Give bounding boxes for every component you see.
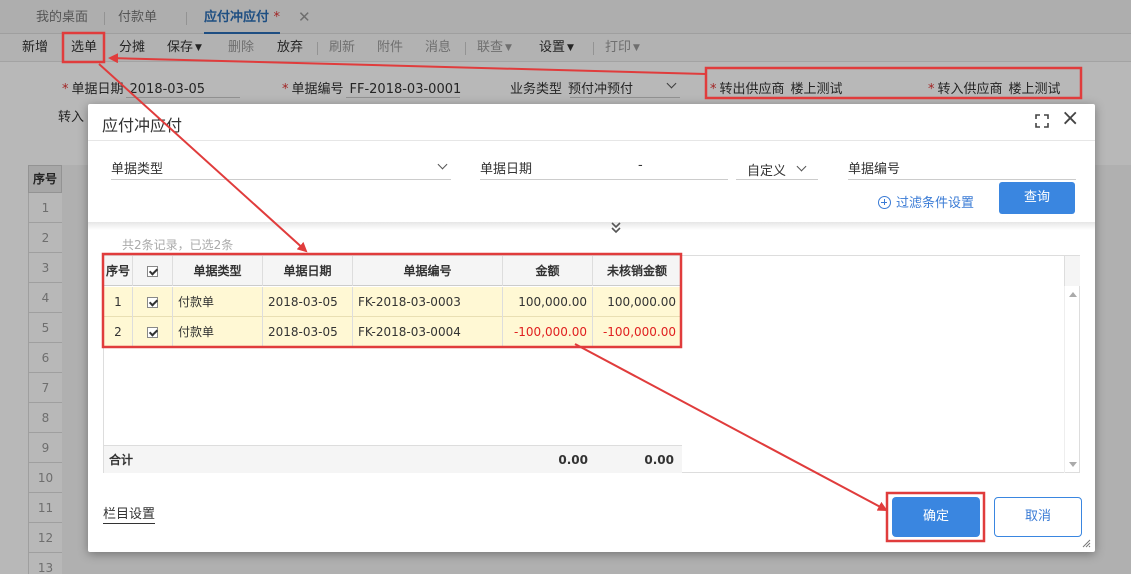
filter-underline: [111, 179, 451, 180]
filter-panel-shade: [88, 222, 1095, 230]
filter-underline: [480, 179, 728, 180]
double-chevron-down-icon[interactable]: [609, 220, 623, 236]
record-count: 共2条记录，已选2条: [122, 238, 234, 252]
cell-amount: -100,000.00: [503, 317, 593, 347]
resize-grip-icon[interactable]: [1081, 538, 1091, 548]
chevron-down-icon[interactable]: [796, 161, 807, 172]
doc-date-filter-label: 单据日期: [480, 162, 533, 177]
close-icon[interactable]: ×: [1061, 108, 1079, 130]
dialog-divider: [88, 140, 1095, 141]
cell-doc-type: 付款单: [173, 317, 263, 347]
cell-doc-date: 2018-03-05: [263, 317, 353, 347]
plus-circle-icon: [878, 196, 891, 209]
total-amount: 0.00: [558, 453, 588, 467]
header-doc-type[interactable]: 单据类型: [173, 256, 263, 286]
header-doc-no[interactable]: 单据编号: [353, 256, 503, 286]
confirm-button[interactable]: 确定: [892, 497, 980, 537]
header-amount[interactable]: 金额: [503, 256, 593, 286]
filter-settings-label: 过滤条件设置: [896, 196, 975, 211]
filter-underline: [736, 179, 818, 180]
total-label: 合计: [109, 453, 134, 467]
cell-doc-no: FK-2018-03-0004: [353, 317, 503, 347]
row-select[interactable]: [133, 287, 173, 317]
row-index: 1: [104, 287, 133, 317]
date-range-separator: -: [638, 158, 643, 173]
row-select[interactable]: [133, 317, 173, 347]
header-doc-date[interactable]: 单据日期: [263, 256, 353, 286]
header-unverified-amount[interactable]: 未核销金额: [593, 256, 682, 286]
doc-type-filter[interactable]: 单据类型: [111, 158, 163, 177]
total-unverified-amount: 0.00: [644, 453, 674, 467]
column-settings-link[interactable]: 栏目设置: [103, 506, 156, 524]
cell-unverified-amount: 100,000.00: [593, 287, 682, 317]
filter-underline: [848, 179, 1076, 180]
chevron-down-icon[interactable]: [437, 159, 448, 170]
filter-settings-link[interactable]: 过滤条件设置: [878, 192, 974, 211]
checkbox-icon[interactable]: [147, 266, 158, 277]
table-row[interactable]: 1 付款单 2018-03-05 FK-2018-03-0003 100,000…: [104, 287, 682, 317]
maximize-icon[interactable]: [1035, 114, 1049, 128]
cell-amount: 100,000.00: [503, 287, 593, 317]
cell-doc-date: 2018-03-05: [263, 287, 353, 317]
grid-header-row: 序号 单据类型 单据日期 单据编号 金额 未核销金额: [104, 256, 682, 286]
doc-list-grid: 序号 单据类型 单据日期 单据编号 金额 未核销金额 1 付款单 2018-03…: [103, 255, 1080, 473]
cell-doc-type: 付款单: [173, 287, 263, 317]
header-index: 序号: [104, 256, 133, 286]
scrollbar-header: [1064, 256, 1080, 286]
cell-doc-no: FK-2018-03-0003: [353, 287, 503, 317]
table-row[interactable]: 2 付款单 2018-03-05 FK-2018-03-0004 -100,00…: [104, 317, 682, 347]
cell-unverified-amount: -100,000.00: [593, 317, 682, 347]
checkbox-icon[interactable]: [147, 327, 158, 338]
header-select-all[interactable]: [133, 256, 173, 286]
total-row: 合计 0.00 0.00: [104, 445, 682, 473]
scroll-up-icon[interactable]: [1069, 292, 1077, 297]
select-doc-dialog: 应付冲应付 × 单据类型 单据日期 - 自定义 单据编号 过滤条件设置 查询 共…: [88, 104, 1095, 552]
checkbox-icon[interactable]: [147, 297, 158, 308]
vertical-scrollbar[interactable]: [1064, 286, 1080, 473]
dialog-title: 应付冲应付: [102, 116, 183, 135]
doc-no-filter-label[interactable]: 单据编号: [848, 158, 900, 177]
cancel-button[interactable]: 取消: [994, 497, 1082, 537]
query-button[interactable]: 查询: [999, 182, 1075, 214]
row-index: 2: [104, 317, 133, 347]
scroll-down-icon[interactable]: [1069, 462, 1077, 467]
custom-range-select[interactable]: 自定义: [747, 160, 786, 179]
